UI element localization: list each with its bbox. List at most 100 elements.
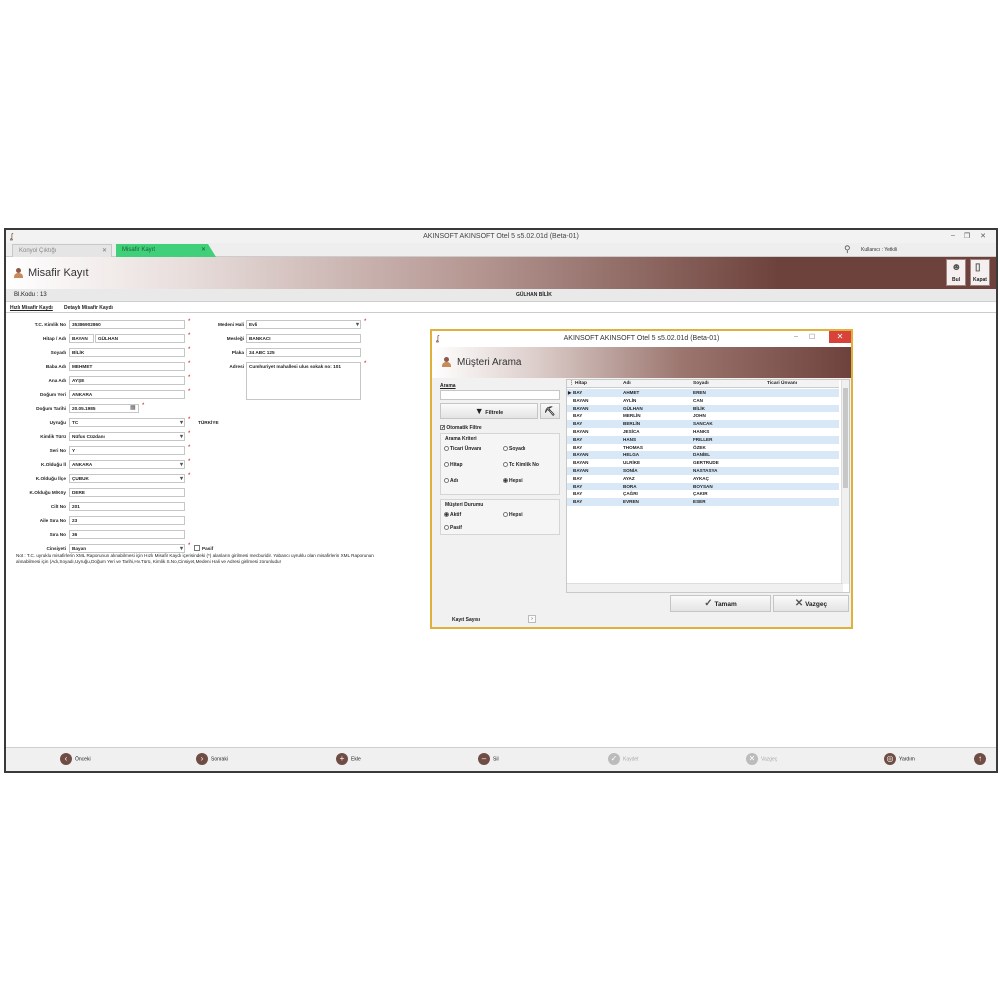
nationality-select[interactable]: TC (69, 418, 185, 427)
help-button[interactable]: ◎ Yardım (884, 753, 915, 765)
tab-close-icon[interactable]: ✕ (102, 247, 107, 254)
birthplace-label: Doğum Yeri (40, 392, 66, 397)
hitap-field[interactable]: BAYAN (69, 334, 94, 343)
vertical-scrollbar[interactable] (841, 380, 849, 584)
table-row[interactable]: BAY ÇAĞRI ÇAKIR (567, 490, 839, 498)
passive-checkbox[interactable] (194, 545, 200, 551)
criteria-hepsi[interactable]: Hepsi (503, 478, 523, 484)
criteria-ticari[interactable]: Ticari Ünvanı (444, 446, 481, 452)
plate-field[interactable]: 34 ABC 125 (246, 348, 361, 357)
ok-button[interactable]: ✓ Tamam (670, 595, 771, 612)
tab-misafir-kayit[interactable]: Misafir Kayıt ✕ (116, 244, 216, 257)
dialog-title: AKINSOFT AKINSOFT Otel 5 s5.02.01d (Beta… (563, 335, 720, 342)
criteria-adi[interactable]: Adı (444, 478, 458, 484)
table-row[interactable]: ▶ BAY AHMET EREN (567, 389, 839, 397)
status-hepsi[interactable]: Hepsi (503, 512, 523, 518)
table-row[interactable]: BAYAN AYLİN CAN (567, 397, 839, 405)
minimize-icon[interactable]: – (948, 232, 958, 239)
save-button[interactable]: ✓ Kaydet (608, 753, 639, 765)
birthplace-field[interactable]: ANKARA (69, 390, 185, 399)
table-cell: BAYAN (573, 452, 589, 458)
column-header-ticari[interactable]: Ticari Ünvanı (765, 380, 839, 388)
volume-field[interactable]: 201 (69, 502, 185, 511)
previous-button[interactable]: ‹ Önceki (60, 753, 91, 765)
cancel-dialog-button[interactable]: ✕ Vazgeç (773, 595, 849, 612)
required-mark: * (188, 445, 191, 451)
tab-konyol[interactable]: Konyol Çıktığı ✕ (12, 244, 112, 257)
search-input[interactable] (440, 390, 560, 400)
table-cell: BAY (573, 444, 583, 450)
calendar-icon[interactable]: ▦ (130, 404, 136, 411)
family-no-field[interactable]: 23 (69, 516, 185, 525)
table-cell: SANCAK (693, 421, 713, 427)
table-row[interactable]: BAYAN HELGA DANİEL (567, 451, 839, 460)
province-select[interactable]: ANKARA (69, 460, 185, 469)
close-button[interactable]: ▯ Kapat (970, 259, 990, 286)
serial-field[interactable]: Y (69, 446, 185, 455)
filter-button[interactable]: ▼ Filtrele (440, 403, 538, 419)
criteria-soyadi[interactable]: Soyadı (503, 446, 525, 452)
tab-detailed-guest[interactable]: Detaylı Misafir Kaydı (64, 305, 113, 311)
clear-button[interactable]: ⛏ (540, 403, 560, 419)
marital-select[interactable]: Evli (246, 320, 361, 329)
table-row[interactable]: BAYAN JESİCA HANKS (567, 428, 839, 436)
record-count-toggle[interactable]: › (528, 615, 536, 623)
birthdate-field[interactable]: 20.05.1985 (69, 404, 139, 413)
column-header-soyadi[interactable]: Soyadı (691, 380, 765, 388)
mother-field[interactable]: AYŞE (69, 376, 185, 385)
tab-quick-guest[interactable]: Hızlı Misafir Kaydı (10, 305, 53, 311)
next-button[interactable]: › Sonraki (196, 753, 228, 765)
close-icon[interactable]: ✕ (978, 232, 988, 240)
close-door-icon: ▯ (975, 262, 981, 273)
table-row[interactable]: BAY AYAZ AYKAÇ (567, 475, 839, 483)
father-field[interactable]: MEHMET (69, 362, 185, 371)
restore-icon[interactable]: ❐ (962, 232, 972, 240)
table-row[interactable]: BAYAN SONİA NASTASYA (567, 467, 839, 475)
scroll-thumb[interactable] (843, 388, 848, 488)
table-row[interactable]: BAYAN GÜLHAN BİLİK (567, 404, 839, 413)
table-row[interactable]: BAYAN ULRİKE GERTRUDE (567, 459, 839, 467)
restore-icon[interactable]: ☐ (809, 333, 815, 341)
add-button[interactable]: + Ekle (336, 753, 361, 765)
address-field[interactable]: Cumhuriyet mahallesi ulus sokak no: 101 (246, 362, 361, 400)
table-cell: GERTRUDE (693, 460, 719, 466)
criteria-tc[interactable]: Tc Kimlik No (503, 462, 539, 468)
scroll-up-button[interactable]: ↑ (974, 753, 989, 765)
find-button[interactable]: ☻ Bul (946, 259, 966, 286)
order-no-field[interactable]: 36 (69, 530, 185, 539)
tc-field[interactable]: 35386902860 (69, 320, 185, 329)
column-header-adi[interactable]: Adı (621, 380, 691, 388)
village-field[interactable]: DERE (69, 488, 185, 497)
district-select[interactable]: ÇUBUK (69, 474, 185, 483)
minimize-icon[interactable]: – (794, 333, 798, 340)
dialog-close-icon[interactable]: ✕ (829, 331, 851, 343)
required-mark: * (188, 473, 191, 479)
status-aktif[interactable]: Aktif (444, 512, 461, 518)
lifebuoy-icon: ◎ (884, 753, 896, 765)
status-pasif[interactable]: Pasif (444, 525, 462, 531)
surname-field[interactable]: BİLİK (69, 348, 185, 357)
delete-button[interactable]: – Sil (478, 753, 499, 765)
first-name-field[interactable]: GÜLHAN (95, 334, 185, 343)
table-row[interactable]: BAY HANS FRILLER (567, 435, 839, 444)
horizontal-scrollbar[interactable] (567, 583, 843, 592)
profession-field[interactable]: BANKACI (246, 334, 361, 343)
gender-select[interactable]: Bayan (69, 544, 185, 553)
tab-close-icon[interactable]: ✕ (201, 246, 206, 253)
table-row[interactable]: BAY MERLİN JOHN (567, 412, 839, 420)
id-type-select[interactable]: Nüfus Cüzdanı (69, 432, 185, 441)
column-header-hitap[interactable]: Hitap (573, 380, 621, 388)
table-row[interactable]: BAY EVREN ESER (567, 498, 839, 506)
cancel-button[interactable]: ✕ Vazgeç (746, 753, 777, 765)
room-code: Bl.Kodu : 13 (14, 292, 47, 298)
search-icon[interactable]: ⚲ (844, 244, 851, 255)
order-no-label: Sıra No (49, 532, 66, 537)
table-row[interactable]: BAY THOMAS ÖZEK (567, 444, 839, 452)
table-row[interactable]: BAY BORA BOYSAN (567, 482, 839, 491)
criteria-hitap[interactable]: Hitap (444, 462, 463, 468)
auto-filter-checkbox[interactable]: ✓ Otomatik Filtre (440, 425, 482, 431)
father-label: Baba Adı (45, 364, 66, 369)
bottom-toolbar: ‹ Önceki › Sonraki + Ekle – Sil ✓ Kaydet ✕ Vaz… (6, 747, 996, 771)
table-row[interactable]: BAY BERLİN SANCAK (567, 420, 839, 428)
mother-label: Ana Adı (48, 378, 66, 383)
